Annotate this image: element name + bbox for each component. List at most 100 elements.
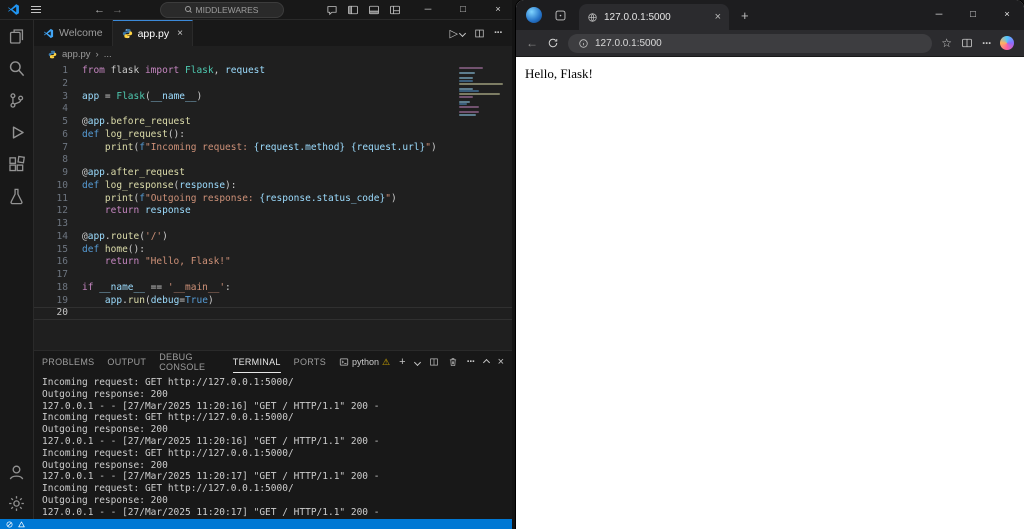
terminal-output[interactable]: Incoming request: GET http://127.0.0.1:5…: [34, 373, 512, 519]
back-button[interactable]: ←: [526, 36, 538, 50]
panel-tab-ports[interactable]: PORTS: [294, 351, 326, 373]
source-control-icon[interactable]: [7, 91, 26, 110]
code-line[interactable]: 17: [34, 269, 512, 282]
close-button[interactable]: ×: [484, 0, 512, 20]
line-number: 13: [56, 218, 68, 229]
code-line[interactable]: 7 print(f"Incoming request: {request.met…: [34, 142, 512, 155]
tab-welcome[interactable]: Welcome: [34, 20, 113, 46]
status-bar[interactable]: [0, 519, 512, 529]
code-line[interactable]: 14 @app.route('/'): [34, 231, 512, 244]
minimap-line: [459, 79, 473, 82]
code-line[interactable]: 8: [34, 154, 512, 167]
search-icon[interactable]: [7, 59, 26, 78]
minimap-line: [459, 95, 473, 98]
site-info-icon[interactable]: [578, 38, 589, 49]
testing-icon[interactable]: [7, 187, 26, 206]
panel-tab-terminal[interactable]: TERMINAL: [232, 351, 281, 373]
panel-tab-output[interactable]: OUTPUT: [107, 351, 146, 373]
close-panel-icon[interactable]: ×: [498, 356, 504, 368]
profile-avatar-icon[interactable]: [526, 7, 542, 23]
minimap[interactable]: [459, 67, 507, 118]
favorites-star-icon[interactable]: ☆: [941, 36, 952, 50]
tab-actions-icon[interactable]: [554, 9, 567, 22]
code-line[interactable]: 18 if __name__ == '__main__':: [34, 282, 512, 295]
code-line[interactable]: 6 def log_request():: [34, 129, 512, 142]
split-screen-icon[interactable]: [961, 37, 973, 49]
back-arrow-icon[interactable]: ←: [94, 0, 105, 20]
panel-tab-debug-console[interactable]: DEBUG CONSOLE: [159, 351, 220, 373]
panel-more-icon[interactable]: ···: [467, 356, 476, 368]
more-actions-icon[interactable]: ···: [494, 27, 503, 39]
minimap-line: [459, 92, 500, 95]
code-line[interactable]: 2: [34, 78, 512, 91]
split-terminal-icon[interactable]: [429, 357, 439, 367]
copilot-icon[interactable]: [1000, 36, 1014, 50]
run-debug-icon[interactable]: [7, 123, 26, 142]
toggle-sidebar-icon[interactable]: [347, 4, 359, 16]
line-number: 7: [62, 141, 68, 153]
customize-layout-icon[interactable]: [389, 4, 401, 16]
code-line[interactable]: 5 @app.before_request: [34, 116, 512, 129]
code-line[interactable]: 9 @app.after_request: [34, 167, 512, 180]
code-editor[interactable]: 1 from flask import Flask, request 2 3 app =…: [34, 62, 512, 350]
terminal-line: Incoming request: GET http://127.0.0.1:5…: [42, 483, 294, 495]
new-terminal-icon[interactable]: +: [399, 356, 405, 368]
breadcrumb-separator: ›: [95, 48, 99, 60]
maximize-button[interactable]: □: [449, 0, 477, 20]
settings-gear-icon[interactable]: [7, 494, 26, 513]
explorer-icon[interactable]: [7, 27, 26, 46]
toggle-panel-icon[interactable]: [368, 4, 380, 16]
code-line[interactable]: 20: [34, 307, 512, 320]
code-text: @app.before_request: [82, 116, 191, 127]
line-number: 14: [56, 230, 68, 242]
account-icon[interactable]: [7, 463, 26, 482]
status-warnings-icon: [18, 521, 25, 528]
tab-close-icon[interactable]: ×: [177, 28, 183, 39]
code-line[interactable]: 19 app.run(debug=True): [34, 295, 512, 308]
tab-close-icon[interactable]: ×: [715, 11, 721, 23]
code-line[interactable]: 4: [34, 103, 512, 116]
terminal-profile[interactable]: python ⚠: [339, 357, 390, 368]
kill-terminal-icon[interactable]: [448, 357, 458, 367]
menu-icon[interactable]: [31, 9, 41, 10]
refresh-button[interactable]: [547, 37, 559, 49]
code-line[interactable]: 15 def home():: [34, 244, 512, 257]
tab-app-py[interactable]: app.py ×: [112, 20, 193, 46]
breadcrumb[interactable]: app.py › ...: [34, 46, 512, 62]
code-text: print(f"Incoming request: {request.metho…: [104, 141, 437, 153]
page-content: Hello, Flask!: [516, 57, 1024, 529]
terminal-line: Incoming request: GET http://127.0.0.1:5…: [42, 412, 294, 424]
terminal-dropdown-icon[interactable]: [413, 358, 421, 366]
run-python-file-button[interactable]: ▷: [450, 27, 467, 40]
code-line[interactable]: 16 return "Hello, Flask!": [34, 256, 512, 269]
browser-tab[interactable]: 127.0.0.1:5000 ×: [579, 4, 729, 30]
code-text: app = Flask(__name__): [82, 90, 203, 102]
terminal-line: Outgoing response: 200: [42, 388, 168, 400]
forward-arrow-icon[interactable]: →: [112, 0, 123, 20]
terminal-line: 127.0.0.1 - - [27/Mar/2025 11:20:17] "GE…: [42, 471, 380, 483]
minimize-button[interactable]: ─: [922, 0, 956, 30]
code-text: from flask import Flask, request: [82, 65, 266, 76]
extensions-icon[interactable]: [7, 155, 26, 174]
code-line[interactable]: 3 app = Flask(__name__): [34, 91, 512, 104]
chat-icon[interactable]: [326, 4, 338, 16]
minimize-button[interactable]: ─: [414, 0, 442, 20]
code-line[interactable]: 13: [34, 218, 512, 231]
split-editor-icon[interactable]: [474, 28, 485, 39]
line-number: 12: [56, 205, 68, 217]
new-tab-button[interactable]: +: [741, 8, 749, 23]
maximize-panel-icon[interactable]: [482, 358, 490, 366]
tab-label: Welcome: [59, 27, 103, 39]
terminal-line: 127.0.0.1 - - [27/Mar/2025 11:20:16] "GE…: [42, 435, 380, 447]
code-line[interactable]: 1 from flask import Flask, request: [34, 65, 512, 78]
command-center-search[interactable]: MIDDLEWARES: [159, 1, 284, 18]
settings-more-icon[interactable]: ···: [982, 36, 992, 50]
address-bar[interactable]: 127.0.0.1:5000: [568, 33, 933, 53]
code-line[interactable]: 10 def log_response(response):: [34, 180, 512, 193]
maximize-button[interactable]: □: [956, 0, 990, 30]
code-line[interactable]: 11 print(f"Outgoing response: {response.…: [34, 193, 512, 206]
close-button[interactable]: ×: [990, 0, 1024, 30]
code-line[interactable]: 12 return response: [34, 205, 512, 218]
panel-tab-problems[interactable]: PROBLEMS: [42, 351, 94, 373]
status-errors-icon: [6, 521, 13, 528]
